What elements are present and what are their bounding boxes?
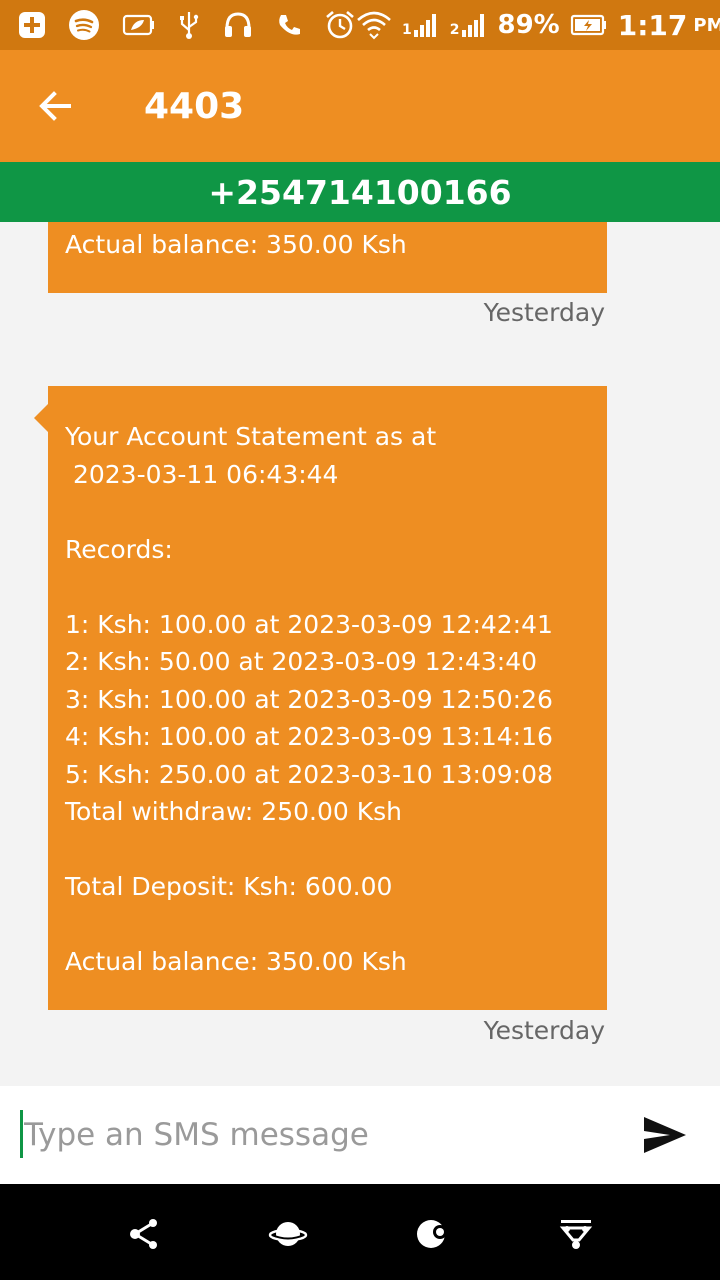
nav-moon-button[interactable] [412,1214,452,1254]
message-line: Records: [65,534,173,564]
usb-icon [178,10,200,40]
message-line: 4: Ksh: 100.00 at 2023-03-09 13:14:16 [65,722,553,751]
message-line: Actual balance: 350.00 Ksh [65,947,407,976]
sim1-label: 1 [402,22,412,38]
call-icon [276,12,302,38]
message-line: 2023-03-11 06:43:44 [65,459,339,489]
status-ampm: PM [693,14,720,36]
nav-planet-icon [268,1222,308,1246]
message-line: Total Deposit: Ksh: 600.00 [65,872,393,901]
message-bubble[interactable]: Your Account Statement as at 2023-03-11 … [34,386,607,1010]
nav-share-icon [130,1219,157,1249]
headset-icon [222,9,254,41]
sms-input[interactable] [22,1106,606,1164]
system-nav-bar [0,1184,720,1280]
message-line: 5: Ksh: 250.00 at 2023-03-10 13:09:08 [65,759,553,789]
status-right-icons: 1 2 89% 1:17 PM [356,9,720,42]
message-line: 2: Ksh: 50.00 at 2023-03-09 12:43:40 [65,647,538,676]
arrow-left-icon [39,91,71,121]
status-left-icons [18,9,356,41]
message-line: 1: Ksh: 100.00 at 2023-03-09 12:42:41 [65,609,553,639]
message-line: 3: Ksh: 100.00 at 2023-03-09 12:50:26 [65,684,553,714]
nav-moon-icon [417,1220,447,1248]
battery-charging-icon [570,14,608,36]
message-line [65,493,590,531]
spotify-icon [68,9,100,41]
signal-sim2-icon: 2 [450,12,488,38]
wifi-icon [356,9,392,41]
message-line [65,568,590,606]
nav-filter-button[interactable] [556,1214,596,1254]
battery-saver-icon [122,14,156,36]
status-time: 1:17 [617,8,688,42]
sender-number-bar: +254714100166 [0,162,720,222]
plus-square-icon [18,11,46,39]
message-line [65,906,590,944]
nav-filter-icon [559,1220,593,1249]
message-list[interactable]: Actual balance: 350.00 Ksh Yesterday You… [0,222,720,1086]
conversation-title: 4403 [144,85,245,127]
sim2-label: 2 [449,22,460,38]
composer [0,1086,720,1184]
message-timestamp: Yesterday [483,298,605,327]
alarm-icon [324,9,356,41]
app-bar: 4403 [0,50,720,162]
send-icon [644,1117,686,1153]
message-timestamp: Yesterday [483,1016,605,1045]
status-bar: 1 2 89% 1:17 PM [0,0,720,50]
bubble-tail [34,404,48,432]
signal-sim1-icon: 1 [402,12,440,38]
nav-share-button[interactable] [125,1214,165,1254]
message-bubble[interactable]: Actual balance: 350.00 Ksh [48,222,607,293]
message-line: Actual balance: 350.00 Ksh [65,229,407,259]
message-line: Total withdraw: 250.00 Ksh [65,797,402,826]
back-button[interactable] [0,50,110,162]
send-button[interactable] [640,1111,690,1159]
nav-planet-button[interactable] [268,1214,308,1254]
message-line [65,831,590,869]
message-line: Your Account Statement as at [65,422,437,451]
battery-percent: 89% [497,10,560,40]
